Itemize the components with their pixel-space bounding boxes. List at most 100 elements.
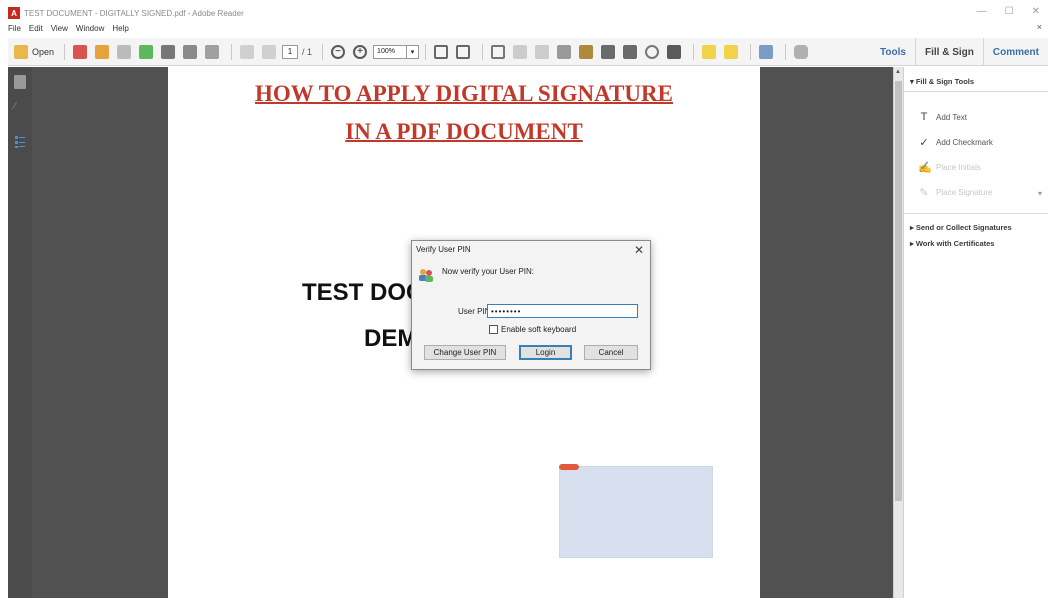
tab-tools[interactable]: Tools [871,38,915,66]
change-user-pin-button[interactable]: Change User PIN [424,345,506,360]
next-page-button[interactable] [260,43,278,61]
tool-button-2[interactable] [511,43,529,61]
email-icon [205,44,220,59]
combine-button[interactable] [93,43,111,61]
tool-button-5[interactable] [577,43,595,61]
tab-fill-sign[interactable]: Fill & Sign [914,38,983,66]
stamp-icon [667,44,682,59]
window-controls: — ☐ ✕ [977,6,1040,17]
previous-page-button[interactable] [238,43,256,61]
user-pin-input[interactable]: •••••••• [487,304,638,318]
share-button[interactable] [137,43,155,61]
place-signature-item[interactable]: ✎ Place Signature [918,186,992,199]
hand-tool-button[interactable] [792,43,810,61]
pane-divider [904,213,1048,214]
tool-button-7[interactable] [621,43,639,61]
verify-user-pin-dialog: Verify User PIN ✕ Now verify your User P… [411,240,651,370]
login-button[interactable]: Login [519,345,572,360]
toolbar-separator [693,43,695,60]
combine-icon [95,44,110,59]
document-body-line-1: TEST DOC [302,279,424,306]
zoom-in-button[interactable]: + [351,43,369,61]
comment-button[interactable] [700,43,718,61]
paste-icon [601,44,616,59]
tool-button-8[interactable] [665,43,683,61]
toolbar-separator [750,43,752,60]
fill-sign-pane: ▾ Fill & Sign Tools T Add Text ✓ Add Che… [903,67,1048,598]
fit-page-icon [434,44,449,59]
zoom-out-button[interactable]: − [329,43,347,61]
menu-edit[interactable]: Edit [29,24,43,33]
toolbar-separator [322,43,324,60]
add-text-item[interactable]: T Add Text [918,111,967,123]
tool-button-6[interactable] [599,43,617,61]
task-pane-tabs: Tools Fill & Sign Comment [871,38,1048,66]
page-total: / 1 [302,46,313,57]
attachments-icon[interactable]: ∕ [14,101,26,115]
toolbar-separator [231,43,233,60]
close-document-button[interactable]: × [1037,22,1042,32]
place-initials-label: Place Initials [936,163,981,172]
comment-bubble-icon [702,44,717,59]
save-button[interactable] [159,43,177,61]
open-label: Open [32,46,55,57]
chevron-down-icon[interactable]: ▾ [1038,189,1042,198]
add-text-label: Add Text [936,112,967,122]
scrollbar-thumb[interactable] [895,81,902,501]
enable-soft-keyboard-label[interactable]: Enable soft keyboard [501,325,576,334]
scroll-up-icon[interactable]: ▲ [895,69,901,75]
menu-window[interactable]: Window [76,24,104,33]
tool-button-3[interactable] [533,43,551,61]
window-titlebar: A TEST DOCUMENT - DIGITALLY SIGNED.pdf -… [8,6,1048,20]
expand-button[interactable] [757,43,775,61]
cancel-button[interactable]: Cancel [584,345,638,360]
zoom-level-input[interactable]: 100% [373,44,408,59]
add-checkmark-label: Add Checkmark [936,138,993,147]
add-checkmark-item[interactable]: ✓ Add Checkmark [918,136,993,149]
dialog-message: Now verify your User PIN: [442,267,535,276]
magnifier-icon [645,44,660,59]
toolbar-separator [64,43,66,60]
open-button[interactable]: Open [14,43,54,61]
enable-soft-keyboard-checkbox[interactable] [489,325,498,334]
maximize-button[interactable]: ☐ [1005,6,1014,17]
signature-field[interactable] [559,466,713,558]
page-thumbnails-icon[interactable] [14,75,26,89]
minimize-button[interactable]: — [977,6,987,17]
email-button[interactable] [203,43,221,61]
layers-icon[interactable] [14,135,26,149]
tool-button-4[interactable] [555,43,573,61]
text-tool-icon: T [920,111,928,123]
adobe-reader-app-icon: A [8,7,20,19]
tab-comment[interactable]: Comment [982,38,1048,66]
users-icon [418,268,434,282]
create-pdf-button[interactable] [71,43,89,61]
find-button[interactable] [643,43,661,61]
print-button[interactable] [181,43,199,61]
vertical-scrollbar[interactable]: ▲ [893,67,903,598]
fit-page-button[interactable] [432,43,450,61]
send-collect-signatures-header[interactable]: ▸ Send or Collect Signatures [910,223,1012,232]
cut-icon [557,44,572,59]
initials-icon: ✍ [918,162,932,174]
dialog-close-button[interactable]: ✕ [634,243,644,257]
place-initials-item[interactable]: ✍ Place Initials [918,161,981,174]
document-icon [623,44,638,59]
menu-view[interactable]: View [51,24,68,33]
zoom-dropdown-button[interactable]: ▾ [407,44,420,59]
page-number-input[interactable]: 1 [282,44,299,59]
tool-button-1[interactable] [489,43,507,61]
menu-file[interactable]: File [8,24,21,33]
main-toolbar: Open 1 / 1 − + 100% ▾ Tools Fill & Sign … [8,38,1048,66]
work-with-certificates-header[interactable]: ▸ Work with Certificates [910,239,994,248]
signature-icon: ✎ [919,187,929,199]
full-screen-button[interactable] [454,43,472,61]
edit-pdf-button[interactable] [115,43,133,61]
window-title: TEST DOCUMENT - DIGITALLY SIGNED.pdf - A… [24,8,244,18]
menu-help[interactable]: Help [112,24,128,33]
edit-pdf-icon [117,44,132,59]
zoom-out-icon: − [331,44,346,59]
close-window-button[interactable]: ✕ [1032,6,1040,17]
fill-sign-tools-header[interactable]: ▾ Fill & Sign Tools [910,77,974,86]
highlight-button[interactable] [722,43,740,61]
